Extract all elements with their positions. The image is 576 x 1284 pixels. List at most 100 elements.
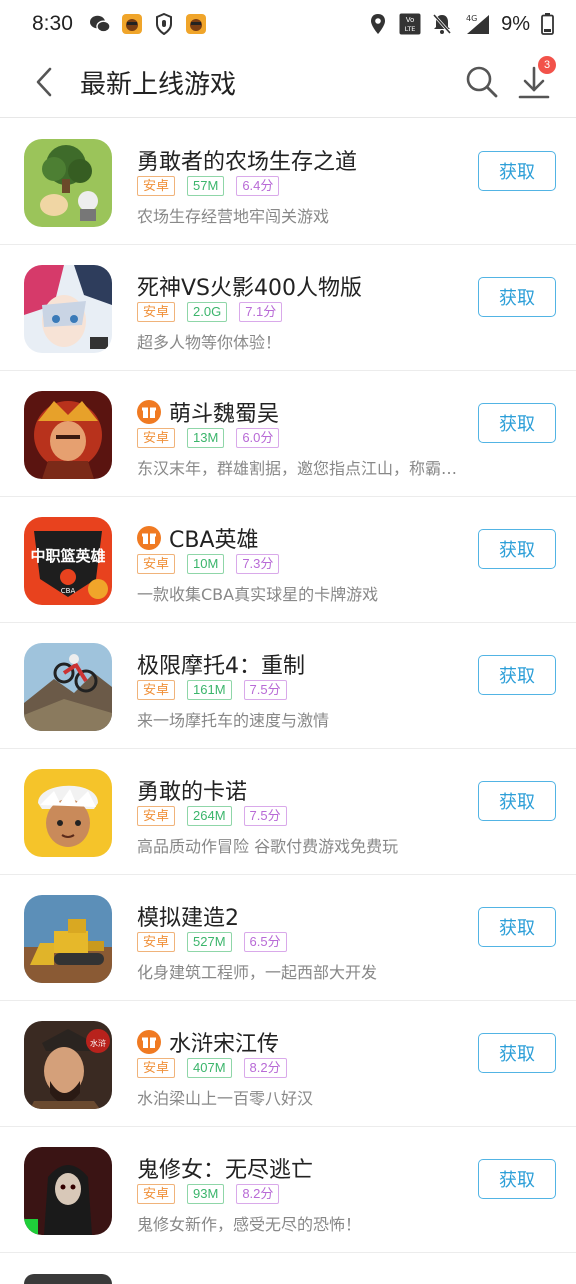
app-notification-icon (185, 13, 207, 35)
size-tag: 264M (187, 806, 232, 826)
game-icon-farm (24, 139, 112, 227)
svg-text:水浒: 水浒 (90, 1038, 106, 1048)
platform-tag: 安卓 (137, 428, 176, 448)
game-icon-water-margin: 水浒 (24, 1021, 112, 1109)
list-item[interactable]: 勇敢者的农场生存之道 安卓 57M 6.4分 农场生存经营地牢闯关游戏 获取 (0, 119, 576, 245)
svg-text:CBA: CBA (61, 587, 76, 595)
game-name: 勇敢的卡诺 (137, 780, 248, 805)
get-button[interactable]: 获取 (478, 1159, 556, 1199)
download-manager-button[interactable]: 3 (512, 56, 556, 104)
size-tag: 57M (187, 176, 225, 196)
app-notification-icon (121, 13, 143, 35)
size-tag: 407M (187, 1058, 232, 1078)
battery-percent: 9% (501, 12, 530, 35)
volte-icon: Vo LTE (399, 13, 421, 35)
game-name: 萌斗魏蜀吴 (169, 402, 280, 427)
game-description: 水泊梁山上一百零八好汉 (137, 1089, 314, 1108)
rating-tag: 6.0分 (236, 428, 280, 448)
search-icon (466, 66, 498, 98)
mute-bell-icon (431, 13, 453, 35)
size-tag: 10M (187, 554, 225, 574)
gift-icon (137, 526, 161, 550)
battery-icon (540, 13, 554, 35)
status-time: 8:30 (32, 12, 73, 35)
svg-text:Vo: Vo (406, 16, 415, 24)
game-name: CBA英雄 (169, 528, 259, 553)
page-title: 最新上线游戏 (80, 70, 237, 100)
game-description: 鬼修女新作，感受无尽的恐怖！ (137, 1215, 362, 1234)
search-button[interactable] (462, 62, 502, 102)
get-button[interactable]: 获取 (478, 529, 556, 569)
platform-tag: 安卓 (137, 176, 176, 196)
svg-text:LTE: LTE (405, 25, 416, 33)
location-icon (367, 13, 389, 35)
platform-tag: 安卓 (137, 932, 176, 952)
game-icon-bulldozer (24, 895, 112, 983)
game-name: 水浒宋江传 (169, 1032, 280, 1057)
get-button[interactable]: 获取 (478, 151, 556, 191)
game-name: 鬼修女：无尽逃亡 (137, 1158, 314, 1183)
get-button[interactable]: 获取 (478, 655, 556, 695)
svg-text:4G: 4G (466, 14, 477, 23)
game-icon-karno (24, 769, 112, 857)
game-name: 模拟建造2 (137, 906, 239, 931)
list-item[interactable]: 模拟建造2 安卓 527M 6.5分 化身建筑工程师，一起西部大开发 获取 (0, 875, 576, 1001)
game-icon-anime (24, 265, 112, 353)
rating-tag: 8.2分 (236, 1184, 280, 1204)
list-item[interactable]: 鬼修女：无尽逃亡 安卓 93M 8.2分 鬼修女新作，感受无尽的恐怖！ 获取 (0, 1127, 576, 1253)
game-icon-motorbike (24, 643, 112, 731)
list-item[interactable]: 极限摩托4：重制 安卓 161M 7.5分 来一场摩托车的速度与激情 获取 (0, 623, 576, 749)
platform-tag: 安卓 (137, 554, 176, 574)
shield-icon (153, 13, 175, 35)
list-item[interactable]: 中职篮英雄 CBA CBA英雄 安卓 10M 7.3分 一款收集CBA真实球星的卡… (0, 497, 576, 623)
list-item[interactable]: 死神VS火影400人物版 安卓 2.0G 7.1分 超多人物等你体验！ 获取 (0, 245, 576, 371)
list-item[interactable]: 萌斗魏蜀吴 安卓 13M 6.0分 东汉末年，群雄割据，邀您指点江山，称霸天下 … (0, 371, 576, 497)
get-button[interactable]: 获取 (478, 907, 556, 947)
platform-tag: 安卓 (137, 680, 176, 700)
list-item[interactable]: 水浒 水浒宋江传 安卓 407M 8.2分 水泊梁山上一百零八好汉 获取 (0, 1001, 576, 1127)
download-count-badge: 3 (538, 56, 556, 74)
game-list: 勇敢者的农场生存之道 安卓 57M 6.4分 农场生存经营地牢闯关游戏 获取 死… (0, 119, 576, 1253)
back-arrow-icon (36, 67, 52, 97)
size-tag: 13M (187, 428, 225, 448)
rating-tag: 6.5分 (243, 932, 287, 952)
top-app-bar: 最新上线游戏 3 (0, 48, 576, 118)
game-description: 化身建筑工程师，一起西部大开发 (137, 963, 378, 982)
rating-tag: 7.5分 (243, 680, 287, 700)
get-button[interactable]: 获取 (478, 277, 556, 317)
list-item[interactable]: 勇敢的卡诺 安卓 264M 7.5分 高品质动作冒险 谷歌付费游戏免费玩 获取 (0, 749, 576, 875)
game-description: 农场生存经营地牢闯关游戏 (137, 207, 330, 226)
game-name: 极限摩托4：重制 (137, 654, 305, 679)
size-tag: 2.0G (187, 302, 228, 322)
rating-tag: 7.1分 (239, 302, 283, 322)
game-description: 东汉末年，群雄割据，邀您指点江山，称霸天下 (137, 459, 467, 478)
back-button[interactable] (24, 62, 64, 102)
rating-tag: 7.3分 (236, 554, 280, 574)
gift-icon (137, 400, 161, 424)
game-description: 超多人物等你体验！ (137, 333, 282, 352)
rating-tag: 8.2分 (243, 1058, 287, 1078)
signal-icon: 4G (463, 13, 491, 35)
platform-tag: 安卓 (137, 1058, 176, 1078)
game-icon-partial (24, 1274, 112, 1284)
get-button[interactable]: 获取 (478, 1033, 556, 1073)
platform-tag: 安卓 (137, 302, 176, 322)
size-tag: 527M (187, 932, 232, 952)
platform-tag: 安卓 (137, 806, 176, 826)
gift-icon (137, 1030, 161, 1054)
rating-tag: 7.5分 (243, 806, 287, 826)
platform-tag: 安卓 (137, 1184, 176, 1204)
list-item-partial[interactable] (0, 1254, 576, 1284)
get-button[interactable]: 获取 (478, 781, 556, 821)
size-tag: 93M (187, 1184, 225, 1204)
size-tag: 161M (187, 680, 232, 700)
svg-text:中职篮英雄: 中职篮英雄 (30, 547, 105, 565)
game-icon-evil-nun (24, 1147, 112, 1235)
get-button[interactable]: 获取 (478, 403, 556, 443)
game-icon-warrior (24, 391, 112, 479)
game-name: 死神VS火影400人物版 (137, 276, 363, 301)
game-name: 勇敢者的农场生存之道 (137, 150, 358, 175)
game-description: 高品质动作冒险 谷歌付费游戏免费玩 (137, 837, 399, 856)
game-icon-cba: 中职篮英雄 CBA (24, 517, 112, 605)
status-bar: 8:30 Vo LTE 4G 9% (0, 0, 576, 48)
